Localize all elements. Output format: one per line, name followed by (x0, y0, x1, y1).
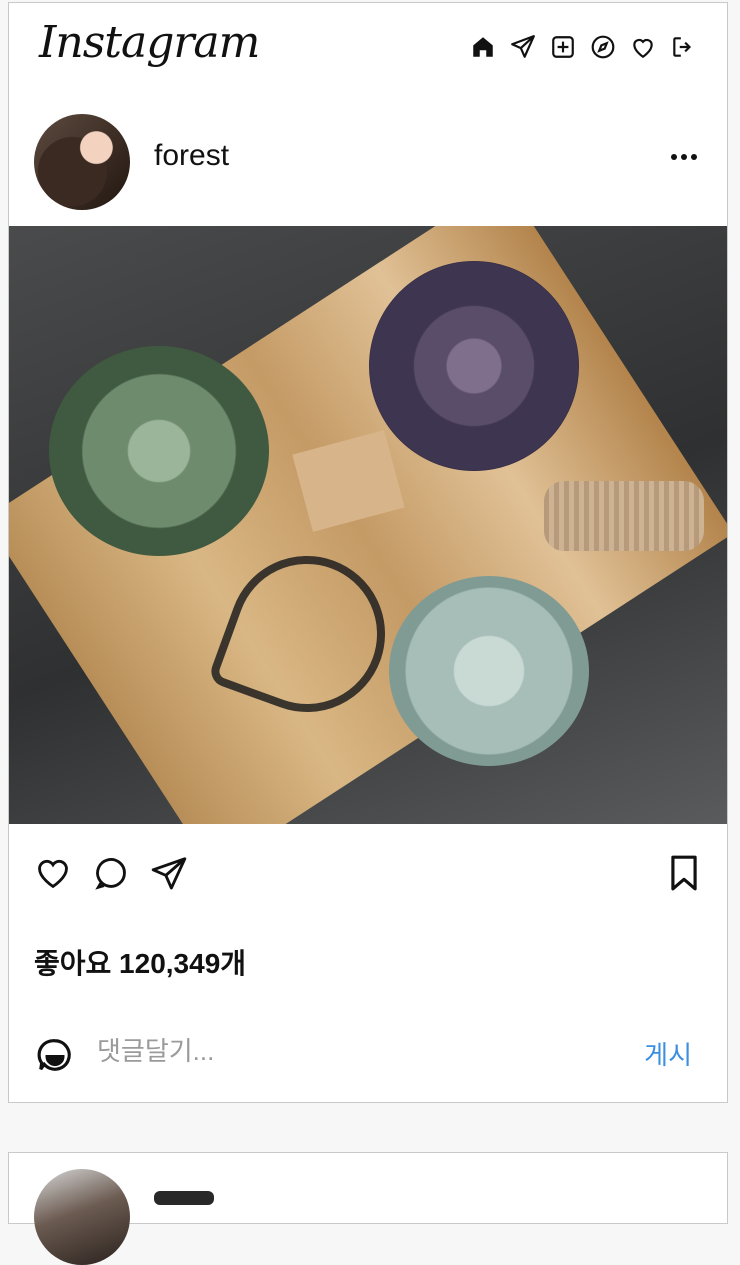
more-options-icon[interactable] (671, 152, 701, 162)
next-post (8, 1152, 728, 1265)
twine-spool (544, 481, 704, 551)
nav-icons (469, 33, 697, 61)
avatar[interactable] (34, 1169, 130, 1265)
share-icon[interactable] (150, 854, 188, 896)
post-comment-button[interactable]: 게시 (644, 1035, 692, 1072)
purple-succulent (369, 261, 579, 471)
instagram-logo[interactable]: Instagram (39, 17, 260, 68)
home-icon[interactable] (469, 33, 497, 61)
spiky-succulent (49, 346, 269, 556)
comment-row: 게시 (9, 1015, 727, 1085)
like-heart-icon[interactable] (34, 854, 72, 896)
pale-succulent (389, 576, 589, 766)
likes-count: 좋아요 120,349개 (34, 948, 247, 979)
add-post-icon[interactable] (549, 33, 577, 61)
avatar[interactable] (34, 114, 130, 210)
heart-icon[interactable] (629, 33, 657, 61)
username-cropped (154, 1191, 214, 1205)
feed-post: forest 좋아요 120,349개 게시 (8, 97, 728, 1103)
comment-icon[interactable] (92, 854, 130, 896)
post-username[interactable]: forest (154, 139, 229, 173)
post-actions (34, 854, 188, 896)
top-navbar: Instagram (8, 2, 728, 98)
bookmark-icon[interactable] (667, 854, 701, 896)
explore-icon[interactable] (589, 33, 617, 61)
emoji-icon[interactable] (36, 1036, 74, 1074)
comment-input[interactable] (97, 1031, 597, 1071)
post-image[interactable] (9, 226, 727, 824)
send-icon[interactable] (509, 33, 537, 61)
logout-icon[interactable] (669, 33, 697, 61)
